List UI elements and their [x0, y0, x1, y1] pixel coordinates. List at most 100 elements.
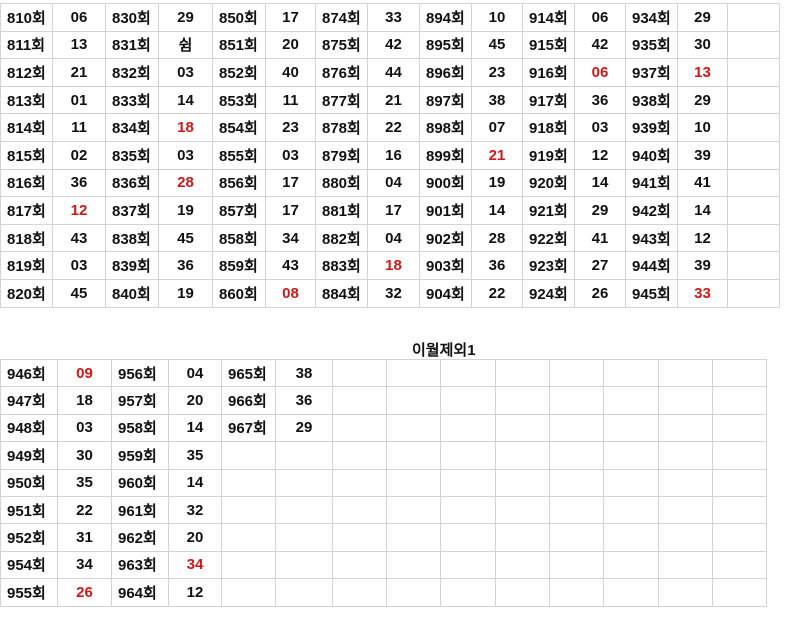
number-cell: 23 — [265, 113, 316, 142]
number-cell: 04 — [367, 168, 420, 198]
round-cell: 830회 — [105, 3, 159, 32]
empty-cell — [658, 550, 713, 580]
number-cell: 18 — [57, 386, 112, 415]
empty-cell — [549, 578, 604, 607]
round-cell: 902회 — [419, 223, 472, 253]
empty-cell — [658, 413, 713, 443]
empty-cell — [712, 495, 767, 525]
round-cell: 964회 — [111, 578, 169, 607]
empty-cell — [440, 441, 496, 470]
round-cell: 897회 — [419, 85, 472, 115]
table-row: 951회 22 961회 32 — [0, 495, 767, 525]
round-cell: 952회 — [0, 523, 58, 552]
round-cell: 896회 — [419, 58, 472, 87]
round-cell: 834회 — [105, 113, 159, 142]
empty-cell — [332, 550, 387, 580]
round-cell: 812회 — [0, 58, 53, 87]
empty-cell — [712, 441, 767, 470]
table-row: 819회 03 839회 36 859회 43 883회 18 903회 36 923회 27 944회… — [0, 251, 780, 280]
number-cell: 14 — [168, 413, 222, 443]
number-cell: 43 — [265, 251, 316, 280]
number-cell: 45 — [52, 278, 106, 308]
empty-cell — [603, 495, 659, 525]
round-cell: 840회 — [105, 278, 159, 308]
round-cell — [221, 550, 276, 580]
number-cell: 03 — [158, 140, 213, 170]
round-cell: 944회 — [625, 251, 678, 280]
round-cell: 810회 — [0, 3, 53, 32]
number-cell: 03 — [265, 140, 316, 170]
round-cell: 941회 — [625, 168, 678, 198]
empty-cell — [727, 140, 780, 170]
number-cell: 27 — [574, 251, 626, 280]
empty-cell — [603, 386, 659, 415]
number-cell: 19 — [471, 168, 523, 198]
empty-cell — [658, 578, 713, 607]
empty-cell — [495, 386, 550, 415]
table-row: 950회 35 960회 14 — [0, 468, 767, 497]
number-cell: 06 — [574, 58, 626, 87]
round-cell: 839회 — [105, 251, 159, 280]
number-cell: 36 — [574, 85, 626, 115]
number-cell: 12 — [52, 196, 106, 225]
number-cell: 08 — [265, 278, 316, 308]
empty-cell — [440, 523, 496, 552]
number-cell: 21 — [471, 140, 523, 170]
empty-cell — [727, 85, 780, 115]
round-cell: 817회 — [0, 196, 53, 225]
empty-cell — [386, 441, 441, 470]
number-cell: 17 — [265, 196, 316, 225]
round-cell: 903회 — [419, 251, 472, 280]
round-cell: 965회 — [221, 358, 276, 388]
number-cell — [275, 523, 333, 552]
number-cell: 45 — [158, 223, 213, 253]
number-cell: 17 — [367, 196, 420, 225]
number-cell: 33 — [677, 278, 728, 308]
empty-cell — [658, 523, 713, 552]
round-cell: 813회 — [0, 85, 53, 115]
number-cell: 21 — [52, 58, 106, 87]
empty-cell — [727, 58, 780, 87]
round-cell: 949회 — [0, 441, 58, 470]
table-row: 818회 43 838회 45 858회 34 882회 04 902회 28 922회 41 943회… — [0, 223, 780, 253]
empty-cell — [712, 386, 767, 415]
empty-cell — [386, 578, 441, 607]
empty-cell — [332, 523, 387, 552]
round-cell: 954회 — [0, 550, 58, 580]
number-cell: 20 — [168, 523, 222, 552]
round-cell: 818회 — [0, 223, 53, 253]
empty-cell — [658, 495, 713, 525]
empty-cell — [712, 468, 767, 497]
number-cell: 22 — [471, 278, 523, 308]
round-cell: 859회 — [212, 251, 266, 280]
empty-cell — [332, 578, 387, 607]
round-cell: 960회 — [111, 468, 169, 497]
number-cell: 29 — [275, 413, 333, 443]
empty-cell — [727, 223, 780, 253]
round-cell: 816회 — [0, 168, 53, 198]
empty-cell — [549, 523, 604, 552]
round-cell: 831회 — [105, 30, 159, 60]
number-cell: 09 — [57, 358, 112, 388]
number-cell: 06 — [52, 3, 106, 32]
number-cell: 04 — [367, 223, 420, 253]
round-cell: 881회 — [315, 196, 368, 225]
number-cell: 11 — [265, 85, 316, 115]
empty-cell — [549, 413, 604, 443]
round-cell: 963회 — [111, 550, 169, 580]
number-cell: 42 — [574, 30, 626, 60]
round-cell: 850회 — [212, 3, 266, 32]
round-cell: 874회 — [315, 3, 368, 32]
table-row: 813회 01 833회 14 853회 11 877회 21 897회 38 917회 36 938회… — [0, 85, 780, 115]
round-cell: 882회 — [315, 223, 368, 253]
round-cell: 967회 — [221, 413, 276, 443]
empty-cell — [658, 386, 713, 415]
round-cell: 877회 — [315, 85, 368, 115]
empty-cell — [727, 196, 780, 225]
number-cell: 19 — [158, 278, 213, 308]
round-cell: 935회 — [625, 30, 678, 60]
number-cell: 36 — [52, 168, 106, 198]
round-cell: 950회 — [0, 468, 58, 497]
number-cell: 06 — [574, 3, 626, 32]
number-cell: 39 — [677, 251, 728, 280]
